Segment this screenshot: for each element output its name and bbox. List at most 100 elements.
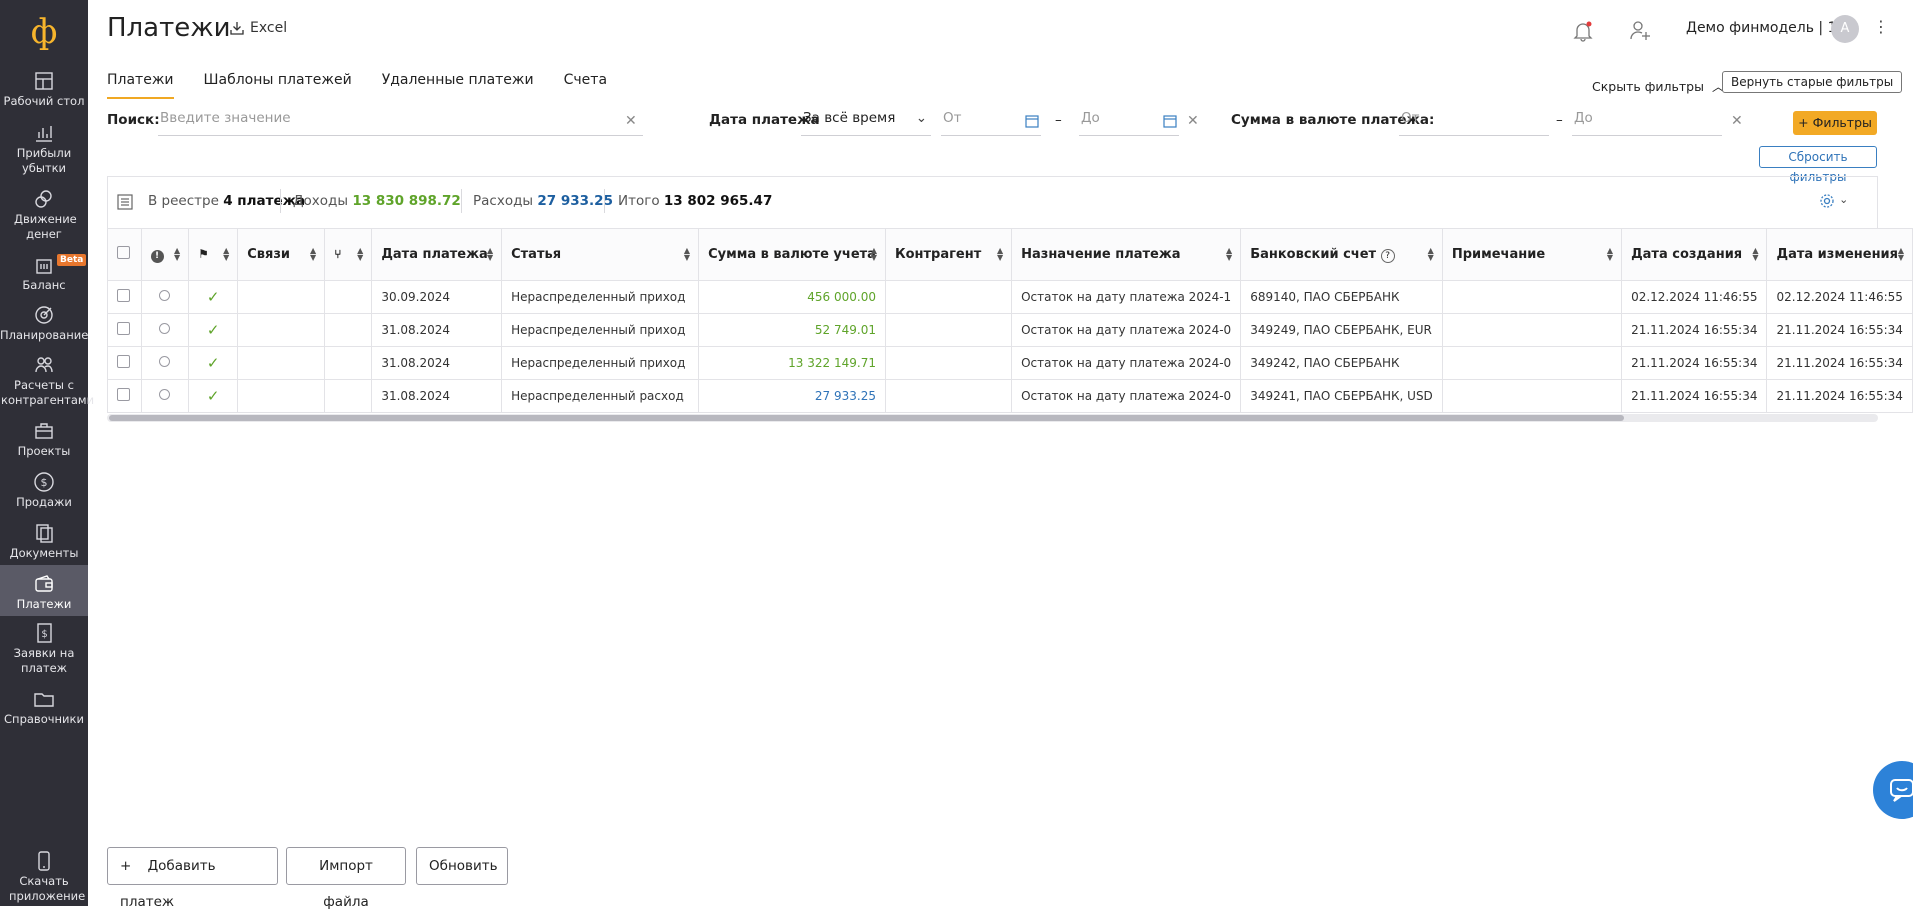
sort-icon[interactable]: ▲ ▼	[310, 247, 316, 262]
select-all-checkbox[interactable]	[107, 228, 142, 281]
sidebar-item-label: Заявки на платеж	[13, 646, 75, 675]
invite-user-button[interactable]	[1628, 18, 1652, 46]
reset-filters-button[interactable]: Сбросить фильтры	[1759, 146, 1877, 184]
sort-icon[interactable]: ▲ ▼	[1428, 247, 1434, 262]
table-settings-button[interactable]: ⌄	[1819, 193, 1848, 213]
column-contractor[interactable]: Контрагент ▲ ▼	[884, 228, 1013, 281]
sidebar-item-label: Продажи	[16, 495, 72, 509]
column-date[interactable]: Дата платежа ▲ ▼	[371, 228, 503, 281]
avatar[interactable]: А	[1831, 15, 1859, 43]
company-name[interactable]: Демо финмодель | 1С	[1686, 20, 1846, 36]
sidebar-item-cashflow[interactable]: Движение денег	[0, 188, 88, 242]
column-links[interactable]: Связи ▲ ▼	[237, 228, 326, 281]
sum-to-input[interactable]: До	[1572, 110, 1722, 136]
sidebar-item-payments[interactable]: Платежи	[0, 565, 88, 616]
column-note[interactable]: Примечание ▲ ▼	[1441, 228, 1623, 281]
sort-icon[interactable]: ▲ ▼	[223, 247, 229, 262]
horizontal-scrollbar[interactable]	[107, 414, 1878, 422]
column-status[interactable]: ! ▲ ▼	[140, 228, 190, 281]
sidebar-item-contractors[interactable]: Расчеты с контрагентами	[0, 354, 94, 408]
sort-icon[interactable]: ▲ ▼	[1898, 247, 1904, 262]
bell-icon	[1573, 21, 1593, 42]
sidebar-item-payment-requests[interactable]: $ Заявки на платеж	[0, 622, 88, 676]
sidebar-item-projects[interactable]: Проекты	[0, 420, 88, 459]
checkbox[interactable]	[117, 322, 130, 335]
clear-sum-icon[interactable]: ✕	[1731, 113, 1743, 129]
more-menu-icon[interactable]: ⋮	[1873, 18, 1889, 36]
column-article[interactable]: Статья ▲ ▼	[501, 228, 700, 281]
sort-icon[interactable]: ▲ ▼	[174, 247, 180, 262]
column-modified[interactable]: Дата изменения ▲ ▼	[1766, 228, 1913, 281]
checkbox[interactable]	[117, 289, 130, 302]
amount-cell: 13 322 149.71	[698, 346, 886, 380]
sidebar-item-balance[interactable]: Beta Баланс	[0, 254, 88, 293]
sort-icon[interactable]: ▲ ▼	[1752, 247, 1758, 262]
row-checkbox-cell[interactable]	[107, 280, 142, 314]
plus-icon: +	[120, 858, 132, 874]
hide-filters-button[interactable]: Скрыть фильтры ︿	[1592, 76, 1724, 95]
table-row[interactable]: ✓ 30.09.2024 Нераспределенный приход 456…	[107, 280, 1913, 314]
split-cell	[324, 346, 373, 380]
column-amount[interactable]: Сумма в валюте учета ▲ ▼	[698, 228, 886, 281]
refresh-button[interactable]: Обновить	[416, 847, 508, 885]
row-checkbox-cell[interactable]	[107, 346, 142, 380]
tab-templates[interactable]: Шаблоны платежей	[204, 72, 352, 99]
table-row[interactable]: ✓ 31.08.2024 Нераспределенный расход 27 …	[107, 379, 1913, 413]
import-file-button[interactable]: Импорт файла	[286, 847, 406, 910]
sort-icon[interactable]: ▲ ▼	[684, 247, 690, 262]
sidebar-item-references[interactable]: Справочники	[0, 688, 88, 727]
sidebar-item-sales[interactable]: $ Продажи	[0, 471, 88, 510]
table-row[interactable]: ✓ 31.08.2024 Нераспределенный приход 13 …	[107, 346, 1913, 380]
date-period-select[interactable]: За всё время ⌄	[801, 110, 931, 136]
tab-payments[interactable]: Платежи	[107, 72, 174, 99]
sidebar-item-planning[interactable]: Планирование	[0, 304, 88, 343]
sum-from-input[interactable]: От	[1399, 110, 1549, 136]
column-flag[interactable]: ⚑ ▲ ▼	[188, 228, 239, 281]
logo[interactable]: ф	[24, 12, 64, 52]
notifications-button[interactable]	[1572, 20, 1594, 46]
divider	[604, 189, 605, 213]
download-app-link[interactable]: Скачать приложение	[0, 850, 88, 904]
calendar-icon	[1163, 115, 1177, 128]
help-icon[interactable]: ?	[1380, 248, 1395, 263]
tab-deleted[interactable]: Удаленные платежи	[382, 72, 534, 99]
clear-search-icon[interactable]: ✕	[625, 113, 637, 129]
sort-icon[interactable]: ▲ ▼	[871, 247, 877, 262]
date-to-input[interactable]: До	[1079, 110, 1179, 136]
add-payment-button[interactable]: + Добавить платеж	[107, 847, 278, 910]
search-input[interactable]: Введите значение	[158, 110, 643, 136]
tab-invoices[interactable]: Счета	[564, 72, 607, 99]
registry-total: Итого 13 802 965.47	[618, 193, 772, 209]
table-row[interactable]: ✓ 31.08.2024 Нераспределенный приход 52 …	[107, 313, 1913, 347]
export-excel-button[interactable]: Excel	[230, 20, 287, 36]
scrollbar-thumb[interactable]	[109, 415, 1624, 421]
sort-icon[interactable]: ▲ ▼	[997, 247, 1003, 262]
sort-icon[interactable]: ▲ ▼	[357, 247, 363, 262]
sidebar-item-profit-loss[interactable]: Прибыли убытки	[0, 122, 88, 176]
sort-icon[interactable]: ▲ ▼	[1226, 247, 1232, 262]
clear-date-icon[interactable]: ✕	[1187, 113, 1199, 129]
sidebar-item-dashboard[interactable]: Рабочий стол	[0, 70, 88, 109]
search-label: Поиск:	[107, 112, 160, 128]
column-bank-account[interactable]: Банковский счет ? ▲ ▼	[1240, 228, 1443, 281]
column-purpose[interactable]: Назначение платежа ▲ ▼	[1011, 228, 1242, 281]
add-payment-label: Добавить платеж	[120, 858, 216, 910]
filters-button[interactable]: + Фильтры	[1793, 111, 1877, 135]
sidebar-item-documents[interactable]: Документы	[0, 522, 88, 561]
modified-cell: 02.12.2024 11:46:55	[1766, 280, 1913, 314]
flag-icon: ⚑	[198, 247, 209, 261]
column-created[interactable]: Дата создания ▲ ▼	[1621, 228, 1768, 281]
restore-old-filters-button[interactable]: Вернуть старые фильтры	[1722, 71, 1903, 93]
chat-button[interactable]	[1873, 761, 1913, 819]
column-split[interactable]: ⑂ ▲ ▼	[324, 228, 373, 281]
purpose-cell: Остаток на дату платежа 2024-0	[1011, 313, 1242, 347]
checkbox[interactable]	[117, 388, 130, 401]
checkbox[interactable]	[117, 355, 130, 368]
purpose-cell: Остаток на дату платежа 2024-1	[1011, 280, 1242, 314]
row-checkbox-cell[interactable]	[107, 313, 142, 347]
sort-icon[interactable]: ▲ ▼	[487, 247, 493, 262]
row-checkbox-cell[interactable]	[107, 379, 142, 413]
date-from-input[interactable]: От	[941, 110, 1041, 136]
checkbox[interactable]	[117, 246, 130, 259]
sort-icon[interactable]: ▲ ▼	[1607, 247, 1613, 262]
